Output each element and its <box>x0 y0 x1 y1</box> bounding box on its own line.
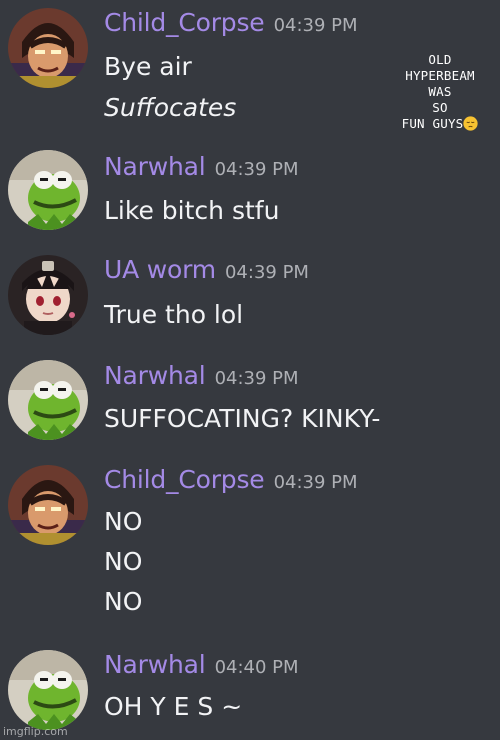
timestamp: 04:39 PM <box>214 368 299 389</box>
pensive-face-emoji-icon <box>463 116 479 131</box>
anime-avatar-icon <box>8 255 88 335</box>
villain-avatar-icon <box>8 8 88 88</box>
timestamp: 04:39 PM <box>224 262 309 283</box>
message-line: NO <box>104 507 143 536</box>
villain-avatar-icon <box>8 465 88 545</box>
kermit-avatar[interactable] <box>8 150 88 230</box>
message-line: OH Y E S ~ <box>104 692 243 721</box>
overlay-line: FUN GUYS <box>401 116 464 131</box>
message-line: SUFFOCATING? KINKY- <box>104 404 381 433</box>
timestamp: 04:39 PM <box>273 472 358 493</box>
overlay-line: WAS <box>428 84 452 99</box>
message-header: Child_Corpse 04:39 PM <box>104 465 358 494</box>
username[interactable]: Child_Corpse <box>104 8 265 37</box>
message-line: True tho lol <box>104 300 244 329</box>
overlay-line: OLD <box>428 52 452 67</box>
overlay-caption: OLD HYPERBEAM WAS SO FUN GUYS <box>384 52 496 132</box>
username[interactable]: Narwhal <box>104 650 206 679</box>
kermit-avatar[interactable] <box>8 650 88 730</box>
username[interactable]: Narwhal <box>104 361 206 390</box>
timestamp: 04:39 PM <box>273 15 358 36</box>
message-header: Child_Corpse 04:39 PM <box>104 8 358 37</box>
kermit-avatar-icon <box>8 650 88 730</box>
message-line: Suffocates <box>104 93 237 122</box>
kermit-avatar[interactable] <box>8 360 88 440</box>
message-line: Like bitch stfu <box>104 196 280 225</box>
anime-avatar[interactable] <box>8 255 88 335</box>
message-line: NO <box>104 587 143 616</box>
timestamp: 04:39 PM <box>214 159 299 180</box>
message-header: UA worm 04:39 PM <box>104 255 309 284</box>
message-header: Narwhal 04:39 PM <box>104 361 299 390</box>
username[interactable]: UA worm <box>104 255 216 284</box>
overlay-line: HYPERBEAM <box>405 68 475 83</box>
kermit-avatar-icon <box>8 360 88 440</box>
username[interactable]: Child_Corpse <box>104 465 265 494</box>
message-header: Narwhal 04:39 PM <box>104 152 299 181</box>
overlay-line: SO <box>432 100 448 115</box>
villain-avatar[interactable] <box>8 465 88 545</box>
message-header: Narwhal 04:40 PM <box>104 650 299 679</box>
message-line: NO <box>104 547 143 576</box>
timestamp: 04:40 PM <box>214 657 299 678</box>
message-line: Bye air <box>104 52 192 81</box>
overlay-line-with-emoji: FUN GUYS <box>384 116 496 132</box>
watermark: imgflip.com <box>3 725 68 738</box>
villain-avatar[interactable] <box>8 8 88 88</box>
kermit-avatar-icon <box>8 150 88 230</box>
username[interactable]: Narwhal <box>104 152 206 181</box>
